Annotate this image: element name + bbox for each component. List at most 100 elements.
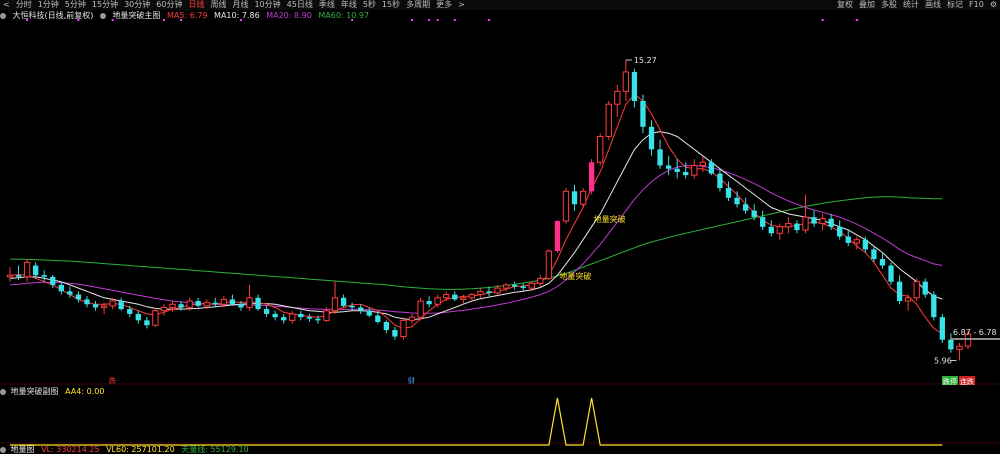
candle: [272, 310, 278, 321]
candle-body: [366, 310, 372, 316]
candle-body: [349, 305, 355, 308]
top-marker: [453, 19, 456, 21]
candle-body: [528, 282, 535, 289]
candle-body: [751, 210, 757, 218]
candle: [922, 278, 928, 298]
candle: [160, 304, 168, 316]
candle: [331, 281, 339, 314]
candle-body: [605, 103, 612, 137]
signal-label: 地量突破: [559, 271, 591, 281]
candle-body: [67, 291, 73, 295]
candle-body: [837, 226, 843, 237]
candle: [605, 100, 612, 140]
candle-body: [913, 281, 920, 299]
candle-body: [896, 281, 903, 302]
candle: [956, 342, 963, 361]
candle: [691, 159, 698, 179]
candle-body: [760, 217, 766, 227]
candle-body: [144, 320, 150, 326]
candle: [819, 213, 826, 231]
candle-body: [281, 317, 287, 321]
candle-body: [323, 310, 330, 321]
candle: [837, 220, 843, 240]
candle: [84, 296, 90, 308]
candle-body: [956, 345, 963, 350]
candle-body: [562, 190, 570, 222]
candle-body: [400, 319, 407, 338]
candle-body: [879, 259, 886, 266]
candle: [794, 220, 800, 234]
candle-body: [931, 294, 937, 318]
candle: [306, 313, 313, 322]
limit-down-badge-text: 跌停: [943, 377, 957, 386]
candle-body: [631, 71, 638, 101]
candle-body: [802, 216, 809, 231]
candle-body: [33, 265, 39, 276]
candle: [742, 197, 749, 214]
candle: [554, 220, 561, 253]
candle: [785, 217, 792, 234]
candle-body: [229, 299, 236, 305]
candle-body: [331, 297, 339, 312]
candle: [657, 139, 663, 169]
candle-body: [289, 313, 296, 321]
candle-body: [220, 298, 227, 305]
candle: [23, 259, 31, 282]
candle-body: [494, 287, 501, 294]
candle-body: [160, 306, 168, 312]
ma20-line: [9, 165, 943, 314]
candle-body: [811, 217, 817, 224]
candle-body: [169, 303, 176, 308]
candle-body: [888, 265, 894, 282]
candle: [768, 220, 774, 237]
candle: [520, 283, 526, 292]
candle: [58, 281, 64, 295]
candle-body: [477, 290, 484, 296]
candle-body: [109, 300, 116, 307]
candle-body: [853, 239, 860, 244]
candle-body: [460, 297, 467, 300]
candle-body: [238, 304, 244, 308]
candle-body: [212, 302, 218, 305]
candle-body: [665, 165, 672, 169]
candle: [195, 297, 201, 308]
candle-body: [948, 339, 954, 350]
candle-body: [699, 161, 706, 167]
candle-body: [186, 300, 193, 308]
candle-body: [468, 294, 476, 299]
candle: [408, 313, 416, 324]
candle-body: [272, 313, 278, 318]
candle: [229, 294, 236, 306]
candle-body: [614, 90, 621, 105]
candle: [417, 297, 424, 321]
candle-body: [41, 275, 47, 277]
candle: [579, 188, 587, 208]
candle: [452, 291, 458, 302]
candle: [717, 168, 723, 192]
candle-body: [554, 221, 561, 252]
candle-body: [203, 302, 210, 307]
candle: [502, 283, 510, 292]
candle: [426, 296, 432, 308]
candle-body: [512, 284, 518, 287]
candle-body: [23, 261, 31, 278]
candle-body: [135, 313, 141, 321]
candle-body: [845, 236, 851, 243]
candle-body: [263, 309, 270, 314]
candle: [468, 292, 476, 302]
candle-body: [84, 299, 90, 305]
candle: [392, 326, 398, 340]
candle: [289, 310, 296, 324]
candle-body: [588, 162, 595, 192]
candle-body: [742, 204, 749, 211]
candle-body: [545, 250, 553, 279]
candle-body: [579, 190, 587, 205]
candle: [477, 288, 484, 298]
top-marker: [77, 19, 80, 21]
top-marker: [180, 19, 183, 21]
kline-chart[interactable]: 15.27地量突破地量突破6.87 - 6.785.96跌停 连跌跌财: [0, 0, 1000, 454]
candle: [537, 275, 544, 287]
candle-body: [306, 317, 313, 319]
candle: [674, 159, 680, 179]
candle-body: [691, 165, 698, 176]
